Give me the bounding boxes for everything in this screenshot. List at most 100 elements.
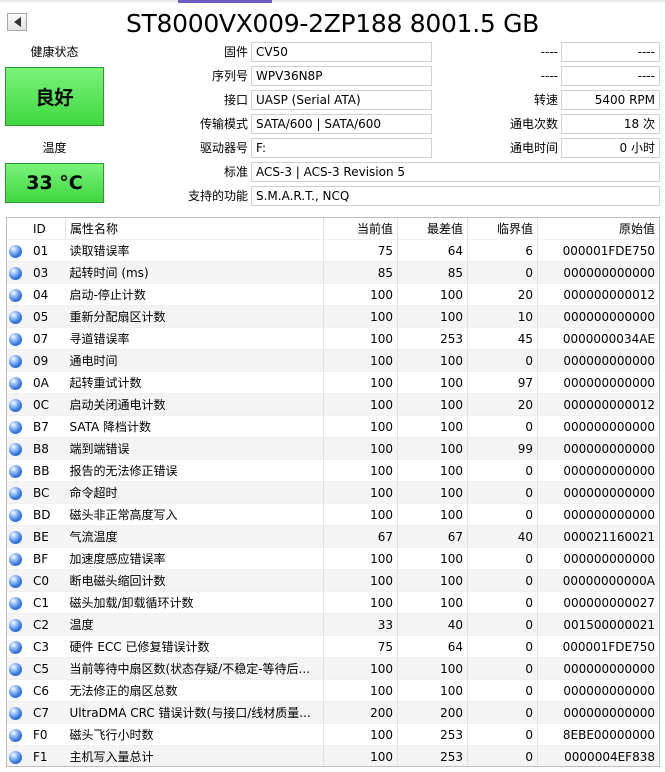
table-row[interactable]: 03 起转时间 (ms) 85 85 0 000000000000: [7, 261, 659, 284]
temperature-badge[interactable]: 33 °C: [5, 163, 104, 203]
attribute-id: C1: [33, 595, 50, 610]
table-row[interactable]: C3 硬件 ECC 已修复错误计数 75 64 0 000001FDE750: [7, 635, 659, 658]
worst-value: 100: [397, 349, 468, 372]
table-row[interactable]: C2 温度 33 40 0 001500000021: [7, 613, 659, 636]
table-row[interactable]: BE 气流温度 67 67 40 000021160021: [7, 525, 659, 548]
status-cell: [7, 724, 29, 746]
table-row[interactable]: 01 读取错误率 75 64 6 000001FDE750: [7, 239, 659, 262]
current-value: 100: [323, 481, 398, 504]
status-good-icon: [9, 750, 22, 764]
table-row[interactable]: F1 主机写入量总计 100 253 0 0000004EF838: [7, 745, 659, 766]
raw-value: 000000000000: [537, 481, 659, 504]
threshold-value: 0: [467, 613, 538, 636]
attribute-name: 读取错误率: [69, 243, 130, 258]
interface-label: 接口: [223, 93, 248, 107]
status-good-icon: [9, 442, 22, 456]
table-row[interactable]: F0 磁头飞行小时数 100 253 0 8EBE00000000: [7, 723, 659, 746]
table-row[interactable]: 05 重新分配扇区计数 100 100 10 000000000000: [7, 305, 659, 328]
status-cell: [7, 680, 29, 702]
table-row[interactable]: C1 磁头加载/卸载循环计数 100 100 0 000000000027: [7, 591, 659, 614]
status-cell: [7, 526, 29, 548]
threshold-value: 0: [467, 701, 538, 724]
power-on-hours-label: 通电时间: [509, 141, 558, 155]
table-row[interactable]: 09 通电时间 100 100 0 000000000000: [7, 349, 659, 372]
drive-letter-label: 驱动器号: [199, 141, 248, 155]
threshold-value: 0: [467, 635, 538, 658]
threshold-value: 0: [467, 679, 538, 702]
attribute-name: 磁头非正常高度写入: [69, 507, 178, 522]
attribute-name: UltraDMA CRC 错误计数(与接口/线材质量...: [69, 705, 311, 720]
threshold-value: 6: [467, 239, 538, 262]
raw-value: 000000000027: [537, 591, 659, 614]
table-row[interactable]: BD 磁头非正常高度写入 100 100 0 000000000000: [7, 503, 659, 526]
raw-value: 000000000000: [537, 349, 659, 372]
status-good-icon: [9, 486, 22, 500]
current-value: 67: [323, 525, 398, 548]
status-cell: [7, 328, 29, 350]
worst-column-header[interactable]: 最差值: [397, 218, 468, 240]
worst-value: 100: [397, 459, 468, 482]
table-row[interactable]: 07 寻道错误率 100 253 45 0000000034AE: [7, 327, 659, 350]
transfer-mode-value: SATA/600 | SATA/600: [251, 114, 432, 134]
current-value: 100: [323, 327, 398, 350]
name-column-header[interactable]: 属性名称: [65, 218, 324, 240]
table-row[interactable]: BB 报告的无法修正错误 100 100 0 000000000000: [7, 459, 659, 482]
current-value: 100: [323, 459, 398, 482]
status-good-icon: [9, 596, 22, 610]
raw-value: 000021160021: [537, 525, 659, 548]
current-value: 33: [323, 613, 398, 636]
status-cell: [7, 592, 29, 614]
worst-value: 67: [397, 525, 468, 548]
worst-value: 100: [397, 283, 468, 306]
attribute-id: 09: [33, 353, 49, 368]
attribute-name: 报告的无法修正错误: [69, 463, 178, 478]
worst-value: 100: [397, 657, 468, 680]
raw-column-header[interactable]: 原始值: [537, 218, 659, 240]
status-good-icon: [9, 464, 22, 478]
current-value: 100: [323, 371, 398, 394]
status-cell: [7, 460, 29, 482]
right-label-2: ----: [540, 69, 558, 83]
table-row[interactable]: C5 当前等待中扇区数(状态存疑/不稳定-等待后... 100 100 0 0000000…: [7, 657, 659, 680]
tab-accent: [178, 0, 272, 3]
table-row[interactable]: BF 加速度感应错误率 100 100 0 000000000000: [7, 547, 659, 570]
status-column-header[interactable]: [7, 218, 29, 240]
status-good-icon: [9, 552, 22, 566]
threshold-value: 20: [467, 283, 538, 306]
worst-value: 100: [397, 305, 468, 328]
worst-value: 100: [397, 679, 468, 702]
table-row[interactable]: B8 端到端错误 100 100 99 000000000000: [7, 437, 659, 460]
table-row[interactable]: C6 无法修正的扇区总数 100 100 0 000000000000: [7, 679, 659, 702]
drive-title: ST8000VX009-2ZP188 8001.5 GB: [125, 9, 540, 38]
table-row[interactable]: 04 启动-停止计数 100 100 20 000000000012: [7, 283, 659, 306]
table-row[interactable]: C0 断电磁头缩回计数 100 100 0 00000000000A: [7, 569, 659, 592]
current-column-header[interactable]: 当前值: [323, 218, 398, 240]
table-row[interactable]: C7 UltraDMA CRC 错误计数(与接口/线材质量... 200 200 0 00…: [7, 701, 659, 724]
worst-value: 253: [397, 745, 468, 766]
attribute-name: 磁头加载/卸载循环计数: [69, 595, 194, 610]
raw-value: 0000000034AE: [537, 327, 659, 350]
table-row[interactable]: BC 命令超时 100 100 0 000000000000: [7, 481, 659, 504]
worst-value: 200: [397, 701, 468, 724]
health-status-badge[interactable]: 良好: [5, 67, 104, 126]
status-good-icon: [9, 354, 22, 368]
worst-value: 64: [397, 635, 468, 658]
current-value: 75: [323, 239, 398, 262]
table-row[interactable]: B7 SATA 降档计数 100 100 0 000000000000: [7, 415, 659, 438]
table-row[interactable]: 0A 起转重试计数 100 100 97 000000000000: [7, 371, 659, 394]
table-row[interactable]: 0C 启动关闭通电计数 100 100 20 000000000012: [7, 393, 659, 416]
status-cell: [7, 240, 29, 262]
threshold-value: 40: [467, 525, 538, 548]
status-good-icon: [9, 398, 22, 412]
threshold-column-header[interactable]: 临界值: [467, 218, 538, 240]
current-value: 100: [323, 547, 398, 570]
attribute-id: 0A: [33, 375, 49, 390]
status-good-icon: [9, 420, 22, 434]
attribute-id: BC: [33, 485, 50, 500]
id-column-header[interactable]: ID: [29, 218, 66, 240]
smart-table[interactable]: ID 属性名称 当前值 最差值 临界值 原始值 01 读取错误率 75 64 6 0000…: [6, 217, 660, 767]
power-on-count-label: 通电次数: [509, 117, 558, 131]
attribute-id: BD: [33, 507, 51, 522]
standard-value: ACS-3 | ACS-3 Revision 5: [251, 162, 660, 182]
attribute-id: C7: [33, 705, 50, 720]
